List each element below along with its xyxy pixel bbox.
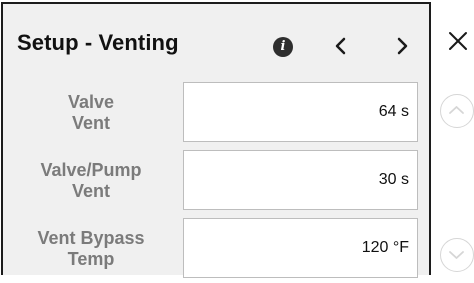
scroll-controls (418, 75, 474, 275)
valve-vent-input[interactable]: 64 s (183, 82, 418, 142)
setting-label-line2: Vent (71, 113, 110, 133)
chevron-up-icon (449, 106, 464, 114)
setup-panel: Setup - Venting i Valve Vent 64 s Valve/… (1, 2, 431, 278)
chevron-left-icon[interactable] (331, 31, 351, 61)
setting-label: Vent Bypass Temp (3, 215, 179, 283)
chevron-right-icon[interactable] (392, 31, 412, 61)
vent-bypass-temp-input[interactable]: 120 °F (183, 218, 418, 278)
setting-row-valve-vent: Valve Vent 64 s (3, 79, 421, 147)
scroll-down-button[interactable] (440, 238, 474, 272)
close-icon[interactable] (447, 30, 469, 52)
scroll-up-button[interactable] (440, 94, 474, 128)
setting-label-line1: Valve/Pump (40, 160, 142, 180)
chevron-down-icon (449, 251, 464, 259)
panel-header: Setup - Venting i (3, 4, 429, 79)
settings-list: Valve Vent 64 s Valve/Pump Vent 30 s Ven… (3, 79, 421, 283)
page-title: Setup - Venting (17, 30, 179, 55)
valve-pump-vent-input[interactable]: 30 s (183, 150, 418, 210)
setting-row-vent-bypass-temp: Vent Bypass Temp 120 °F (3, 215, 421, 283)
venting-setup-screen: Setup - Venting i Valve Vent 64 s Valve/… (0, 0, 474, 278)
setting-label-line2: Vent (71, 181, 110, 201)
info-icon[interactable]: i (273, 37, 293, 57)
setting-label: Valve/Pump Vent (3, 147, 179, 215)
setting-label-line1: Vent Bypass (37, 228, 145, 248)
setting-label: Valve Vent (3, 79, 179, 147)
setting-row-valve-pump-vent: Valve/Pump Vent 30 s (3, 147, 421, 215)
setting-label-line2: Temp (67, 249, 115, 269)
setting-label-line1: Valve (67, 92, 115, 112)
